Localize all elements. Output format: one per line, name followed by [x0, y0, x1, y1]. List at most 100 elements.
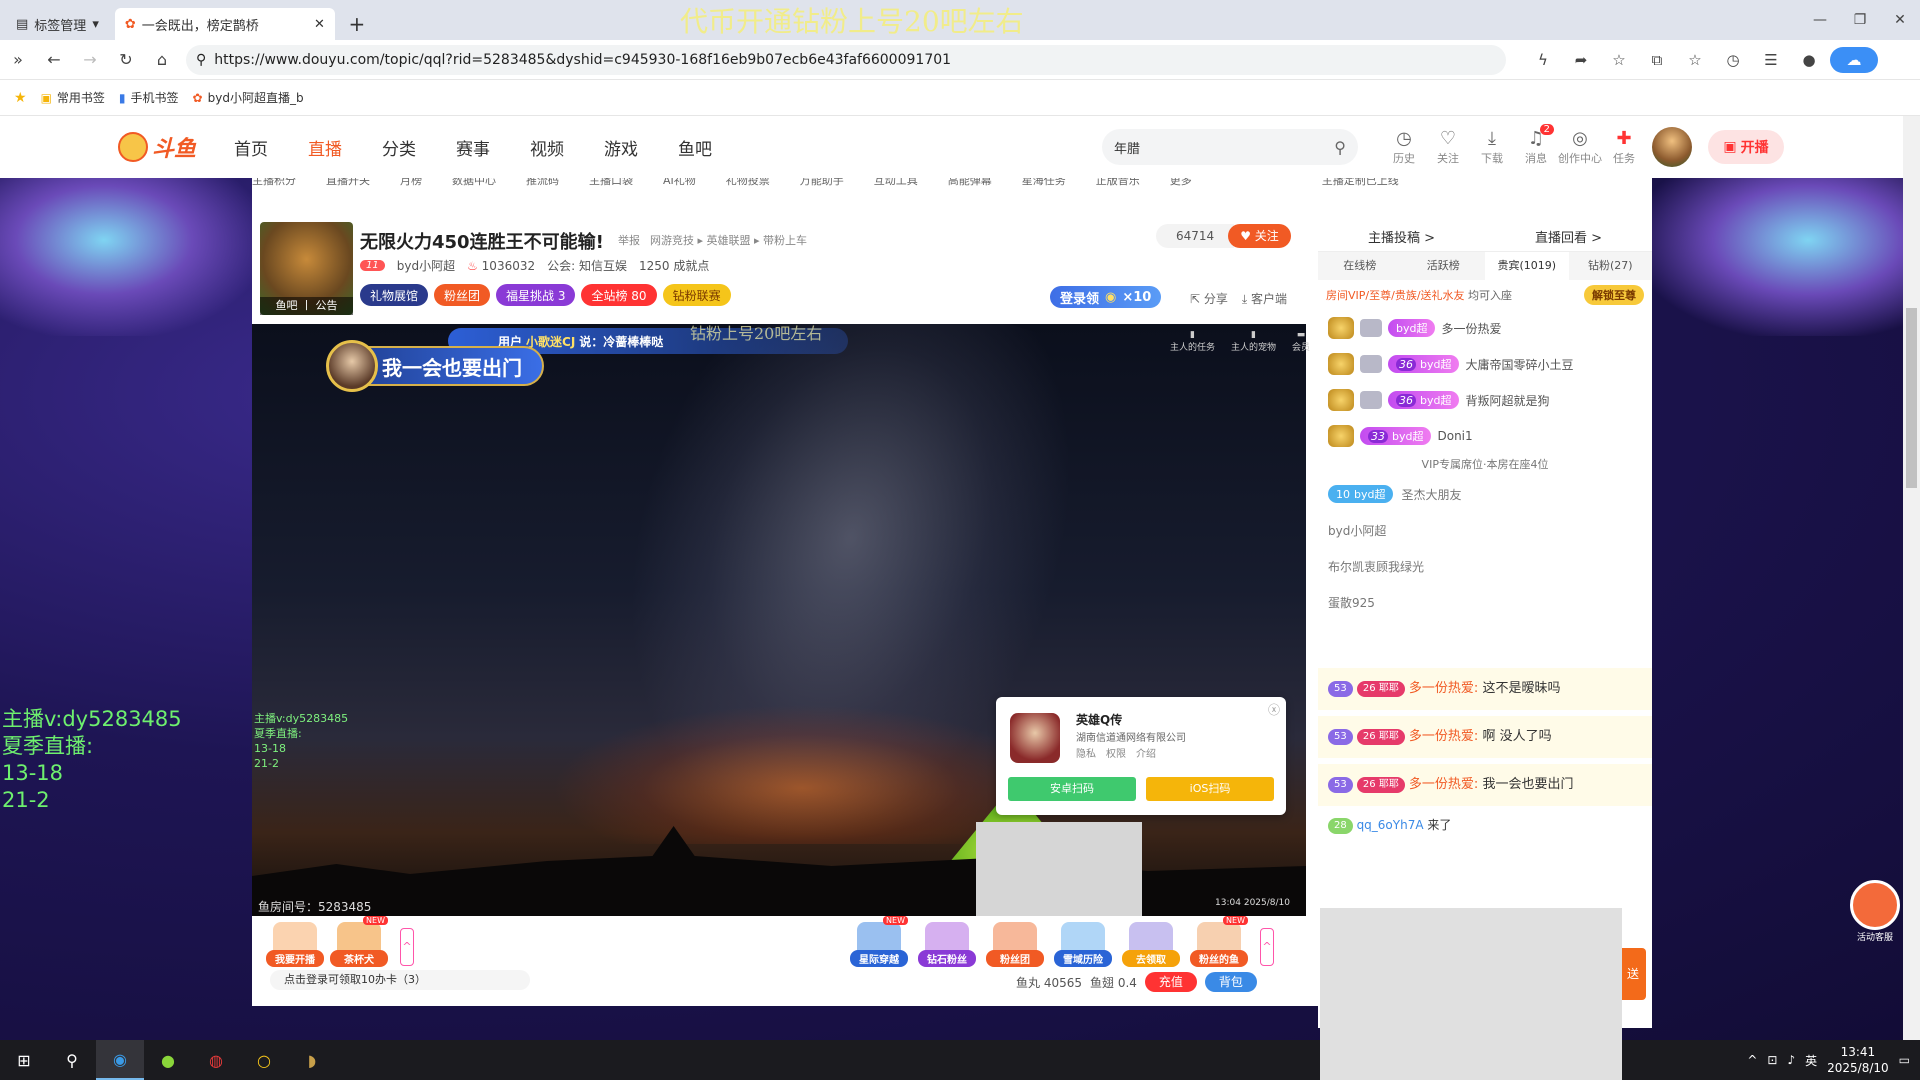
go-live-button[interactable]: ▣ 开播	[1708, 130, 1784, 164]
nav-yuba[interactable]: 鱼吧	[658, 135, 732, 160]
gift-hall-badge[interactable]: 礼物展馆	[360, 284, 429, 306]
lucky-star-badge[interactable]: 福星挑战 3	[496, 284, 576, 306]
gift-snow-adventure[interactable]: 雪域历险	[1054, 922, 1112, 967]
bookmark-byd[interactable]: ✿ byd小阿超直播_b	[193, 89, 304, 106]
client-download-button[interactable]: ⤓ 客户端	[1242, 290, 1287, 307]
chat-message[interactable]: 53 26 耶耶 多一份热爱: 这不是暧昧吗	[1318, 668, 1652, 710]
notice-user[interactable]: 小歌迷CJ	[526, 333, 575, 350]
header-task[interactable]: ✚ 任务	[1602, 128, 1646, 166]
vip-hint[interactable]: 房间VIP/至尊/贵族/送礼水友	[1326, 289, 1465, 302]
ios-scan-button[interactable]: iOS扫码	[1146, 777, 1274, 801]
gift-teacup-dog[interactable]: NEW 茶杯犬	[330, 916, 388, 967]
login-gift-button[interactable]: 登录领 ◉ ×10	[1050, 286, 1162, 308]
gift-fan-fish[interactable]: NEW 粉丝的鱼	[1190, 916, 1248, 967]
chat-nick[interactable]: 多一份热爱:	[1409, 777, 1478, 792]
nav-live[interactable]: 直播	[288, 135, 362, 160]
avatar-caption[interactable]: 鱼吧 丨 公告	[260, 297, 353, 315]
new-tab-button[interactable]: +	[341, 8, 373, 40]
guild[interactable]: 公会: 知信互娱	[547, 257, 627, 274]
site-search-input[interactable]: 年腊 ⚲	[1102, 129, 1358, 165]
bookmark-common[interactable]: ▣ 常用书签	[41, 89, 105, 106]
enter-nick[interactable]: qq_6oYh7A	[1357, 818, 1424, 832]
forward-icon[interactable]: →	[72, 50, 108, 69]
nav-events[interactable]: 赛事	[436, 135, 510, 160]
video-player[interactable]	[252, 324, 1306, 916]
rank-row[interactable]: 33 byd超 Doni1	[1318, 418, 1652, 454]
gift-go-live[interactable]: 我要开播	[266, 922, 324, 967]
rank-row[interactable]: 10 byd超 圣杰大朋友	[1318, 476, 1652, 512]
nav-category[interactable]: 分类	[362, 135, 436, 160]
rank-row[interactable]: byd超 多一份热爱	[1318, 310, 1652, 346]
category-breadcrumb[interactable]: 网游竞技 ▸ 英雄联盟 ▸ 带粉上车	[650, 232, 807, 248]
profile-icon[interactable]: ●	[1792, 51, 1826, 69]
backpack-button[interactable]: 背包	[1204, 972, 1257, 992]
nav-video[interactable]: 视频	[510, 135, 584, 160]
recharge-button[interactable]: 充值	[1144, 972, 1197, 992]
notification-icon[interactable]: ▭	[1899, 1053, 1910, 1067]
unlock-button[interactable]: 解锁至尊	[1584, 285, 1644, 305]
rank-row[interactable]: 布尔凯衷顾我绿光	[1318, 548, 1652, 584]
chat-message[interactable]: 53 26 耶耶 多一份热爱: 我一会也要出门	[1318, 764, 1652, 806]
share-button[interactable]: ⇱ 分享	[1190, 290, 1228, 307]
nav-games[interactable]: 游戏	[584, 135, 658, 160]
gift-interstellar[interactable]: NEW 星际穿越	[850, 916, 908, 967]
app-icon[interactable]: ◗	[288, 1040, 336, 1080]
rank-row[interactable]: 36 byd超 背叛阿超就是狗	[1318, 382, 1652, 418]
app-icon[interactable]: ●	[144, 1040, 192, 1080]
star-icon[interactable]: ☆	[1602, 51, 1636, 69]
page-scrollbar[interactable]	[1903, 116, 1920, 1040]
permission-link[interactable]: 权限	[1106, 745, 1126, 760]
cloud-icon[interactable]: ☁	[1830, 46, 1878, 73]
restore-icon[interactable]: ❐	[1840, 0, 1880, 40]
header-download[interactable]: ⤓ 下载	[1470, 128, 1514, 166]
tab-active-rank[interactable]: 活跃榜	[1402, 252, 1486, 280]
header-message[interactable]: ♫ 2 消息	[1514, 124, 1558, 166]
minimize-icon[interactable]: —	[1800, 0, 1840, 40]
douyu-logo[interactable]: 斗鱼	[118, 131, 196, 163]
expand-right-icon[interactable]: ^	[1260, 928, 1274, 966]
member-icon[interactable]: ▬ 会员	[1292, 330, 1310, 353]
tab-diamond-rank[interactable]: 钻粉(27)	[1569, 252, 1653, 280]
diamond-league-badge[interactable]: 钻粉联赛	[662, 284, 731, 306]
chevron-up-icon[interactable]: ^	[1747, 1053, 1757, 1067]
bookmark-mobile[interactable]: ▮ 手机书签	[119, 89, 179, 106]
intro-link[interactable]: 介绍	[1136, 745, 1156, 760]
input-language[interactable]: 英	[1805, 1052, 1817, 1069]
gift-diamond-fan[interactable]: 钻石粉丝	[918, 922, 976, 967]
scrollbar-thumb[interactable]	[1906, 308, 1917, 488]
system-clock[interactable]: 13:41 2025/8/10	[1827, 1044, 1889, 1076]
streamer-avatar[interactable]: 鱼吧 丨 公告	[260, 222, 353, 315]
rank-row[interactable]: byd小阿超	[1318, 512, 1652, 548]
url-field[interactable]: ⚲ https://www.douyu.com/topic/qql?rid=52…	[186, 44, 1506, 75]
tab-active[interactable]: ✿ 一会既出，榜定鹊桥 ✕	[114, 8, 335, 40]
send-button[interactable]: 送	[1620, 948, 1646, 1000]
replay-tab[interactable]: 直播回看 >	[1535, 227, 1602, 246]
app-icon[interactable]: ◍	[192, 1040, 240, 1080]
task-icon[interactable]: ▮ 主人的任务	[1170, 330, 1215, 353]
follow-button[interactable]: ♥ 关注	[1228, 224, 1291, 248]
close-icon[interactable]: ⓧ	[1268, 701, 1280, 718]
rank-row[interactable]: 蛋散925	[1318, 584, 1652, 620]
android-scan-button[interactable]: 安卓扫码	[1008, 777, 1136, 801]
history-icon[interactable]: ◷	[1716, 51, 1750, 69]
extensions-icon[interactable]: ⧉	[1640, 51, 1674, 69]
reload-icon[interactable]: ↻	[108, 50, 144, 69]
header-history[interactable]: ◷ 历史	[1382, 128, 1426, 166]
network-icon[interactable]: ⊡	[1767, 1053, 1777, 1067]
windows-start-icon[interactable]: ⊞	[0, 1040, 48, 1080]
sidebar-toggle-icon[interactable]: »	[0, 50, 36, 69]
header-follow[interactable]: ♡ 关注	[1426, 128, 1470, 166]
browser-icon[interactable]: ◉	[96, 1040, 144, 1080]
search-icon[interactable]: ⚲	[1334, 138, 1346, 157]
share-icon[interactable]: ➦	[1564, 51, 1598, 69]
tab-bookmarks-manager[interactable]: ▤ 标签管理 ▾	[6, 8, 109, 40]
streamer-name[interactable]: byd小阿超	[397, 257, 455, 274]
pet-icon[interactable]: ▮ 主人的宠物	[1231, 330, 1276, 353]
user-avatar[interactable]	[1652, 127, 1692, 167]
window-close-icon[interactable]: ✕	[1880, 0, 1920, 40]
tab-vip-rank[interactable]: 贵宾(1019)	[1485, 252, 1569, 280]
bookmark-star-icon[interactable]: ★	[14, 90, 27, 106]
chat-nick[interactable]: 多一份热爱:	[1409, 681, 1478, 696]
anchor-post-tab[interactable]: 主播投稿 >	[1368, 227, 1435, 246]
expand-left-icon[interactable]: ^	[400, 928, 414, 966]
